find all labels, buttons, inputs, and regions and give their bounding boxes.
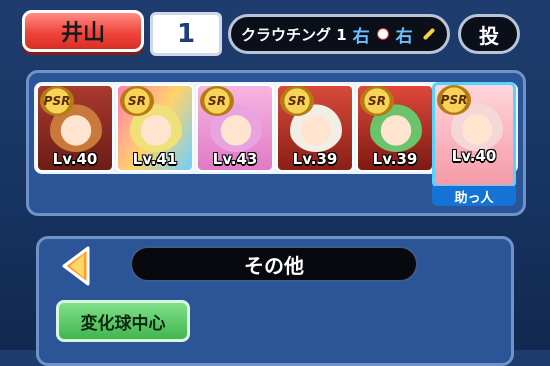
character-level: Lv.40	[52, 150, 98, 168]
baseball-icon	[376, 28, 389, 40]
category-title: その他	[130, 246, 418, 282]
player-name-button[interactable]: 井山	[22, 10, 144, 52]
character-card[interactable]: SR Lv.41	[116, 84, 194, 172]
character-card[interactable]: SR Lv.43	[196, 84, 274, 172]
character-card[interactable]: SR Lv.39	[276, 84, 354, 172]
pitch-button[interactable]: 投	[458, 14, 520, 54]
pitch-label: 投	[479, 23, 499, 48]
character-level: Lv.39	[292, 150, 338, 168]
character-level: Lv.43	[212, 150, 258, 168]
bats-label: 右	[395, 26, 413, 47]
rarity-badge: PSR	[40, 86, 74, 116]
filter-tag-label: 変化球中心	[80, 313, 166, 334]
character-card[interactable]: PSR Lv.40	[36, 84, 114, 172]
pencil-icon	[422, 27, 436, 41]
category-label: その他	[244, 253, 304, 278]
rarity-badge: PSR	[437, 85, 471, 115]
character-level: Lv.40	[451, 147, 497, 165]
rarity-badge: SR	[360, 86, 394, 116]
helper-label: 助っ人	[432, 186, 516, 206]
character-level: Lv.39	[372, 150, 418, 168]
character-card[interactable]: SR Lv.39	[356, 84, 434, 172]
position-pill[interactable]: クラウチング 1 右 右	[228, 14, 450, 54]
position-label: クラウチング 1	[241, 25, 347, 44]
rarity-badge: SR	[280, 86, 314, 116]
back-arrow-icon[interactable]	[62, 246, 90, 286]
batting-order-box: 1	[150, 12, 222, 56]
character-level: Lv.41	[132, 150, 178, 168]
helper-character-card[interactable]: PSR Lv.40	[432, 82, 516, 188]
throws-label: 右	[352, 26, 370, 47]
batting-order-number: 1	[176, 19, 196, 49]
rarity-badge: SR	[120, 86, 154, 116]
player-name-label: 井山	[60, 21, 105, 46]
filter-tag-button[interactable]: 変化球中心	[56, 300, 190, 342]
rarity-badge: SR	[200, 86, 234, 116]
